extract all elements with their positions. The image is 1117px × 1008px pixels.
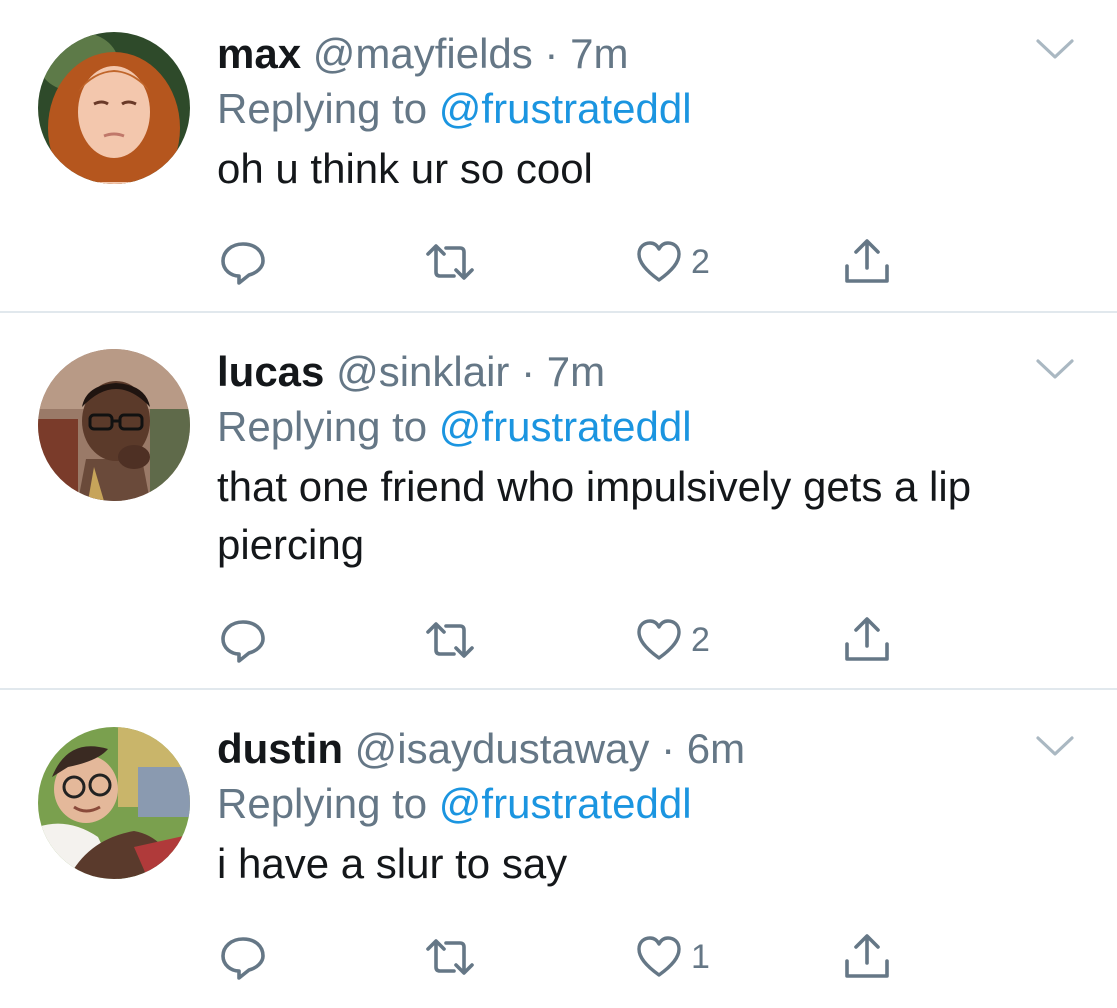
heart-icon	[637, 936, 681, 977]
retweet-icon	[426, 939, 474, 975]
tweet-content: dustin @isaydustaway · 6m Replying to @f…	[217, 723, 1077, 893]
replying-to-handle[interactable]: @frustrateddl	[439, 85, 692, 132]
tweet-actions: 2	[217, 232, 917, 292]
separator: ·	[509, 348, 547, 395]
like-button[interactable]: 2	[635, 232, 710, 292]
display-name[interactable]: max	[217, 30, 301, 77]
display-name[interactable]: lucas	[217, 348, 324, 395]
user-handle[interactable]: @sinklair	[336, 348, 509, 395]
reply-button[interactable]	[217, 610, 269, 670]
timestamp[interactable]: 7m	[570, 30, 628, 77]
tweet[interactable]: max @mayfields · 7m Replying to @frustra…	[0, 0, 1117, 312]
tweet-text: i have a slur to say	[217, 840, 568, 887]
timestamp[interactable]: 7m	[547, 348, 605, 395]
reply-icon	[221, 242, 265, 285]
replying-to: Replying to @frustrateddl	[217, 398, 1077, 456]
replying-to-label: Replying to	[217, 780, 439, 827]
tweet-actions: 2	[217, 610, 917, 670]
tweet-content: lucas @sinklair · 7m Replying to @frustr…	[217, 346, 1077, 574]
reply-button[interactable]	[217, 927, 269, 987]
tweet-actions: 1	[217, 927, 917, 987]
like-count: 2	[691, 243, 710, 281]
like-count: 1	[691, 938, 710, 976]
heart-icon	[637, 619, 681, 660]
replying-to-label: Replying to	[217, 85, 439, 132]
share-button[interactable]	[842, 232, 892, 292]
heart-icon	[637, 241, 681, 282]
share-icon	[845, 239, 889, 283]
separator: ·	[532, 30, 571, 77]
retweet-button[interactable]	[422, 927, 478, 987]
chevron-down-icon[interactable]	[1035, 38, 1075, 60]
timestamp[interactable]: 6m	[687, 725, 745, 772]
reply-icon	[221, 937, 265, 980]
tweet-content: max @mayfields · 7m Replying to @frustra…	[217, 28, 1077, 198]
tweet-text: that one friend who impulsively gets a l…	[217, 463, 972, 568]
tweet-text: oh u think ur so cool	[217, 145, 593, 192]
separator: ·	[649, 725, 687, 772]
retweet-icon	[426, 244, 474, 280]
retweet-button[interactable]	[422, 610, 478, 670]
user-handle[interactable]: @isaydustaway	[355, 725, 650, 772]
tweet[interactable]: lucas @sinklair · 7m Replying to @frustr…	[0, 312, 1117, 689]
chevron-down-icon[interactable]	[1035, 735, 1075, 757]
share-button[interactable]	[842, 610, 892, 670]
avatar[interactable]	[38, 349, 190, 501]
like-button[interactable]: 2	[635, 610, 710, 670]
share-icon	[845, 934, 889, 978]
display-name[interactable]: dustin	[217, 725, 343, 772]
replying-to-handle[interactable]: @frustrateddl	[439, 403, 692, 450]
tweet-header: max @mayfields · 7m	[217, 28, 1077, 80]
avatar[interactable]	[38, 32, 190, 184]
retweet-icon	[426, 622, 474, 658]
replying-to: Replying to @frustrateddl	[217, 775, 1077, 833]
replying-to-handle[interactable]: @frustrateddl	[439, 780, 692, 827]
reply-icon	[221, 620, 265, 663]
replying-to-label: Replying to	[217, 403, 439, 450]
replying-to: Replying to @frustrateddl	[217, 80, 1077, 138]
share-icon	[845, 617, 889, 661]
reply-feed: max @mayfields · 7m Replying to @frustra…	[0, 0, 1117, 1008]
like-button[interactable]: 1	[635, 927, 710, 987]
tweet[interactable]: dustin @isaydustaway · 6m Replying to @f…	[0, 689, 1117, 1008]
like-count: 2	[691, 621, 710, 659]
avatar[interactable]	[38, 727, 190, 879]
chevron-down-icon[interactable]	[1035, 358, 1075, 380]
reply-button[interactable]	[217, 232, 269, 292]
share-button[interactable]	[842, 927, 892, 987]
user-handle[interactable]: @mayfields	[313, 30, 533, 77]
tweet-header: lucas @sinklair · 7m	[217, 346, 1077, 398]
retweet-button[interactable]	[422, 232, 478, 292]
tweet-header: dustin @isaydustaway · 6m	[217, 723, 1077, 775]
